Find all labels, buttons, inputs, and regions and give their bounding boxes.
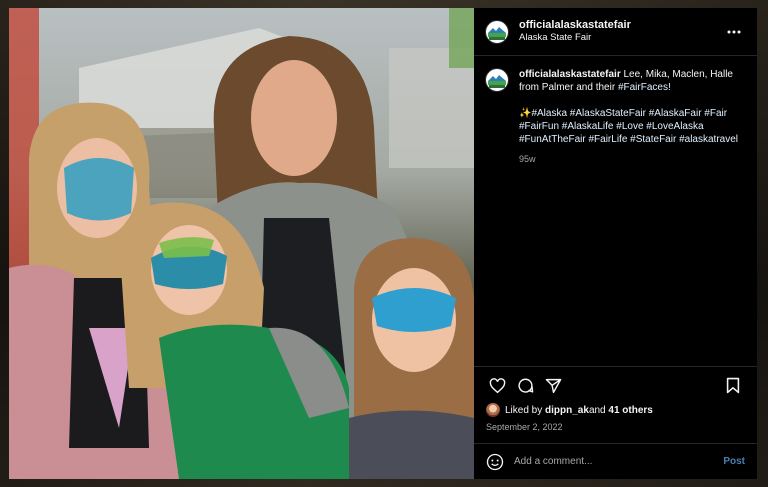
post-caption: officialalaskastatefair Lee, Mika, Macle…	[474, 56, 757, 366]
header-username[interactable]: officialalaskastatefair	[519, 19, 723, 33]
comment-input[interactable]	[514, 456, 724, 467]
post-date: September 2, 2022	[486, 422, 563, 432]
more-options-icon[interactable]	[723, 21, 745, 43]
likes-others-link[interactable]: 41 others	[608, 405, 652, 416]
heart-icon[interactable]	[486, 375, 508, 397]
post-comment-button[interactable]: Post	[723, 456, 745, 467]
likes-summary: Liked by dippn_ak and 41 others	[474, 400, 757, 417]
post-side-panel: officialalaskastatefair Alaska State Fai…	[474, 8, 757, 479]
bookmark-icon[interactable]	[722, 375, 744, 397]
header-location[interactable]: Alaska State Fair	[519, 32, 723, 44]
photo-illustration	[9, 8, 474, 479]
profile-avatar[interactable]	[485, 19, 509, 44]
caption-username[interactable]: officialalaskastatefair	[519, 69, 621, 80]
alaska-fair-logo-icon	[487, 21, 507, 42]
post-header: officialalaskastatefair Alaska State Fai…	[474, 8, 757, 56]
emoji-icon[interactable]	[485, 452, 505, 472]
caption-body: officialalaskastatefair Lee, Mika, Macle…	[519, 68, 743, 366]
comment-bar: Post	[474, 443, 757, 479]
comment-bubble-icon[interactable]	[514, 375, 536, 397]
liker-avatar[interactable]	[486, 403, 500, 417]
action-bar	[474, 366, 757, 400]
post-modal: officialalaskastatefair Alaska State Fai…	[9, 8, 757, 479]
likes-prefix: Liked by	[505, 404, 543, 416]
paper-plane-icon[interactable]	[542, 375, 564, 397]
alaska-fair-logo-icon	[487, 70, 507, 90]
post-photo[interactable]	[9, 8, 474, 479]
liked-by-user-link[interactable]: dippn_ak	[545, 405, 589, 416]
caption-avatar[interactable]	[485, 68, 509, 92]
caption-hashtags[interactable]: ✨#Alaska #AlaskaStateFair #AlaskaFair #F…	[519, 107, 743, 146]
caption-hashtag-link[interactable]: #FairFaces	[618, 82, 668, 93]
caption-age: 95w	[519, 154, 536, 164]
caption-end: !	[667, 82, 671, 93]
likes-mid: and	[588, 404, 606, 416]
